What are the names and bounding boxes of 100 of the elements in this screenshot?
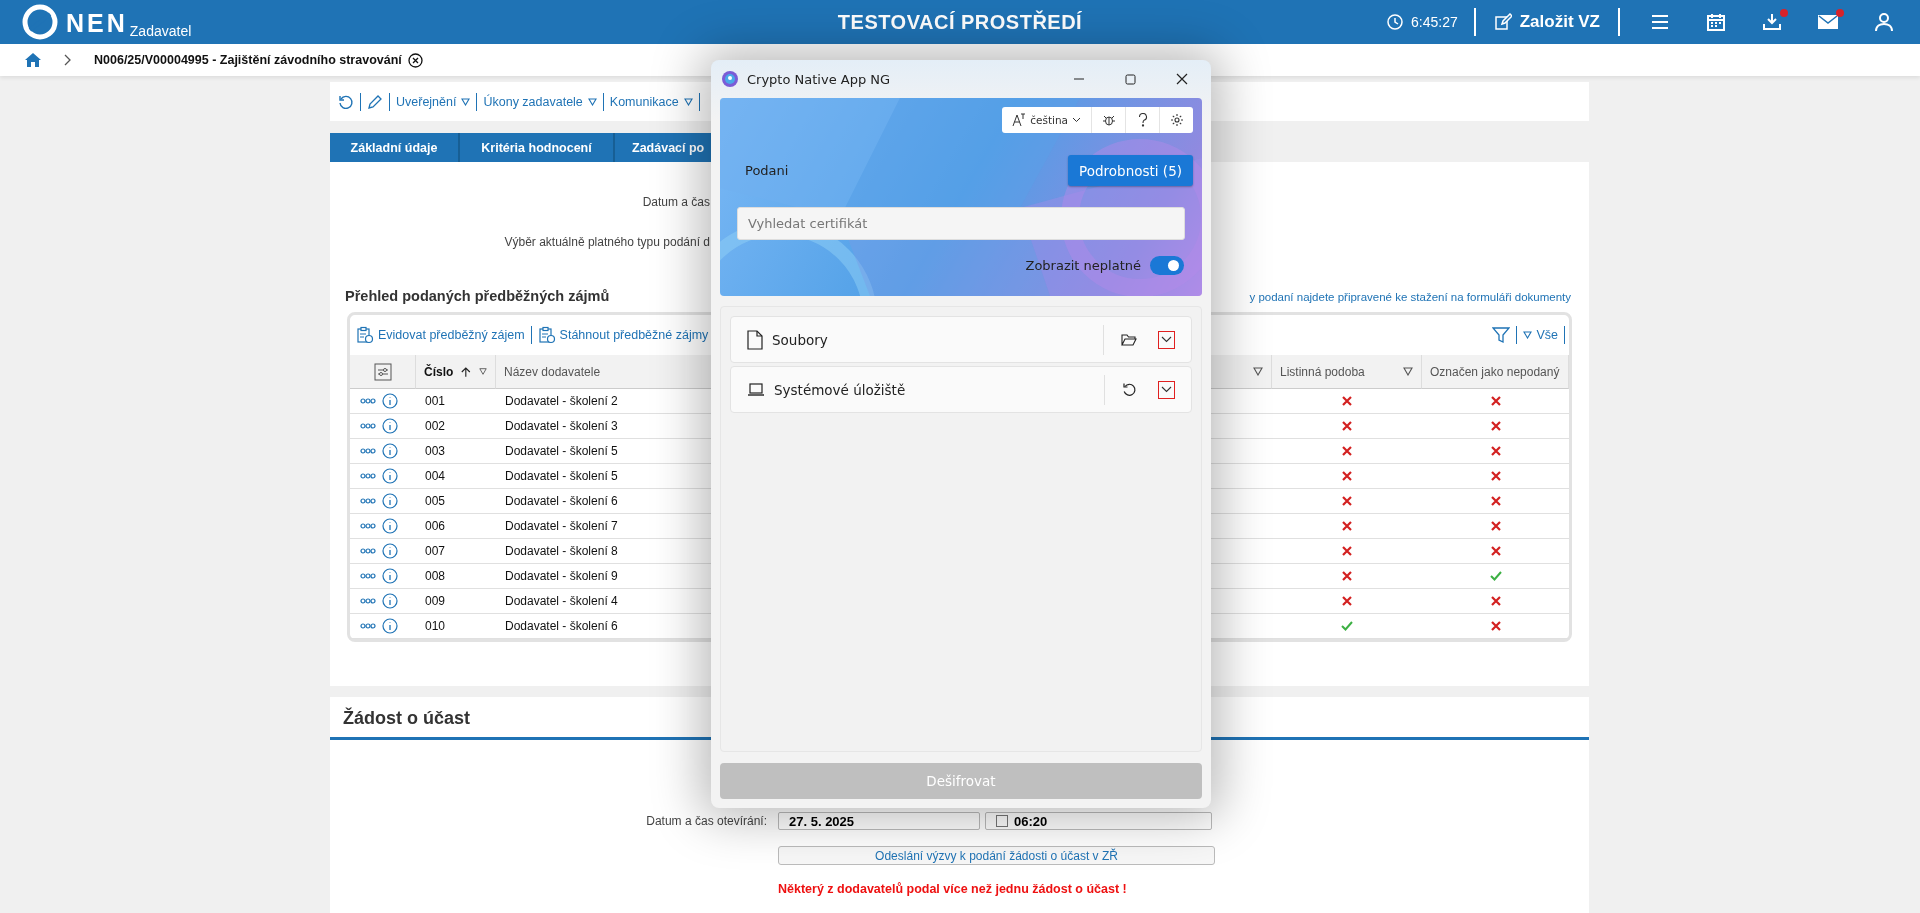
section-label: Podani <box>745 163 789 178</box>
table-header-cell[interactable]: Označen jako nepodaný <box>1422 355 1569 389</box>
clipboard-icon <box>537 326 556 344</box>
date-field[interactable]: 27. 5. 2025 <box>778 812 980 830</box>
user-icon[interactable] <box>1873 11 1895 33</box>
tab[interactable]: Kritéria hodnocení <box>460 133 615 162</box>
folder-icon[interactable] <box>1121 333 1137 346</box>
table-action[interactable]: Evidovat předběžný zájem <box>356 326 525 344</box>
toolbar-menu[interactable]: Komunikace <box>609 94 693 109</box>
tab[interactable]: Základní údaje <box>330 133 460 162</box>
table-header-cell[interactable]: Listinná podoba <box>1272 355 1422 389</box>
close-icon[interactable] <box>407 52 423 68</box>
maximize-icon[interactable] <box>1125 73 1136 85</box>
close-icon[interactable] <box>1176 73 1188 85</box>
source-row[interactable]: Soubory <box>730 316 1192 363</box>
column-settings-icon[interactable] <box>373 362 392 381</box>
info-icon[interactable] <box>382 543 398 559</box>
table-cell: Dodavatel - školení 8 <box>505 544 618 558</box>
table-header-cell[interactable]: Číslo <box>416 355 496 389</box>
more-icon[interactable] <box>360 498 376 504</box>
table-cell: 004 <box>425 469 446 483</box>
more-icon[interactable] <box>360 398 376 404</box>
source-label: Soubory <box>772 331 828 348</box>
toolbar-menu[interactable]: Úkony zadavatele <box>483 94 597 109</box>
table-cell: 005 <box>425 494 446 508</box>
table-cell: 007 <box>425 544 446 558</box>
toolbar-menu[interactable]: Uveřejnění <box>396 94 471 109</box>
more-icon[interactable] <box>360 423 376 429</box>
caret-icon <box>587 97 597 106</box>
caret-icon <box>461 97 471 106</box>
table-cell: 009 <box>425 594 446 608</box>
table-cell: Dodavatel - školení 7 <box>505 519 618 533</box>
table-cell: Dodavatel - školení 5 <box>505 444 618 458</box>
home-icon[interactable] <box>24 52 42 68</box>
info-icon[interactable] <box>382 518 398 534</box>
info-icon[interactable] <box>382 493 398 509</box>
column-filter-icon[interactable] <box>478 367 487 376</box>
logo-icon <box>22 4 58 40</box>
notification-dot <box>1836 9 1844 17</box>
source-row[interactable]: Systémové úložiště <box>730 366 1192 413</box>
table-cell: Dodavatel - školení 4 <box>505 594 618 608</box>
documents-link[interactable]: y podaní najdete připravené ke stažení na formuláři dokumenty <box>1249 291 1571 303</box>
refresh-icon[interactable] <box>1122 382 1137 397</box>
time-field[interactable]: 06:20 <box>985 812 1212 830</box>
table-cell: 010 <box>425 619 446 633</box>
table-cell: 006 <box>425 519 446 533</box>
checkbox[interactable] <box>996 815 1008 827</box>
logo-text: NEN <box>66 8 128 39</box>
chevron-down-icon <box>1072 117 1081 123</box>
invite-button[interactable]: Odeslání výzvy k podání žádosti o účast v ZŘ <box>778 846 1215 865</box>
info-icon[interactable] <box>382 443 398 459</box>
table-cell: 003 <box>425 444 446 458</box>
translate-icon <box>1012 113 1027 127</box>
chevron-down-icon <box>1161 336 1172 343</box>
more-icon[interactable] <box>360 598 376 604</box>
calendar-icon[interactable] <box>1705 11 1727 33</box>
clipboard-icon <box>356 326 374 344</box>
details-button[interactable]: Podrobnosti (5) <box>1068 155 1193 186</box>
download-icon[interactable] <box>1761 11 1783 33</box>
notification-dot <box>1780 9 1788 17</box>
column-header[interactable]: Název dodavatele <box>504 364 601 379</box>
info-icon[interactable] <box>382 618 398 634</box>
expand-button[interactable] <box>1158 380 1175 399</box>
column-filter-icon[interactable] <box>1403 367 1413 376</box>
more-icon[interactable] <box>360 473 376 479</box>
info-icon[interactable] <box>382 468 398 484</box>
breadcrumb-title[interactable]: N006/25/V00004995 - Zajištění závodního stravování <box>94 53 402 67</box>
table-cell: Dodavatel - školení 6 <box>505 494 618 508</box>
search-field[interactable]: Vyhledat certifikát <box>737 207 1185 240</box>
info-icon[interactable] <box>382 393 398 409</box>
pencil-icon[interactable] <box>367 93 383 110</box>
column-header[interactable]: Číslo <box>424 364 454 379</box>
more-icon[interactable] <box>360 623 376 629</box>
chevron-down-icon <box>1161 386 1172 393</box>
field-label: Datum a čas <box>642 195 710 209</box>
column-filter-icon[interactable] <box>1253 367 1263 376</box>
more-icon[interactable] <box>360 523 376 529</box>
filter-icon[interactable] <box>1492 326 1511 344</box>
environment-title: TESTOVACÍ PROSTŘEDÍ <box>837 10 1083 34</box>
field-label: Datum a čas otevírání: <box>645 814 767 828</box>
filter-dropdown[interactable]: Vše <box>1523 328 1558 342</box>
expand-button[interactable] <box>1158 330 1175 349</box>
more-icon[interactable] <box>360 548 376 554</box>
toggle-switch[interactable] <box>1150 256 1184 275</box>
column-header[interactable]: Listinná podoba <box>1280 364 1365 379</box>
sort-up-icon <box>461 364 471 379</box>
chevron-icon <box>64 54 72 66</box>
source-label: Systémové úložiště <box>774 381 906 398</box>
create-button[interactable]: Založit VZ <box>1487 8 1606 36</box>
info-icon[interactable] <box>382 418 398 434</box>
table-cell: Dodavatel - školení 6 <box>505 619 618 633</box>
settings-icon <box>1169 113 1184 127</box>
info-icon[interactable] <box>382 568 398 584</box>
caret-icon <box>1523 331 1533 339</box>
table-action[interactable]: Stáhnout předběžné zájmy <box>537 326 709 344</box>
more-icon[interactable] <box>360 448 376 454</box>
more-icon[interactable] <box>360 573 376 579</box>
table-cell: 008 <box>425 569 446 583</box>
info-icon[interactable] <box>382 593 398 609</box>
column-header[interactable]: Označen jako nepodaný <box>1430 364 1560 379</box>
